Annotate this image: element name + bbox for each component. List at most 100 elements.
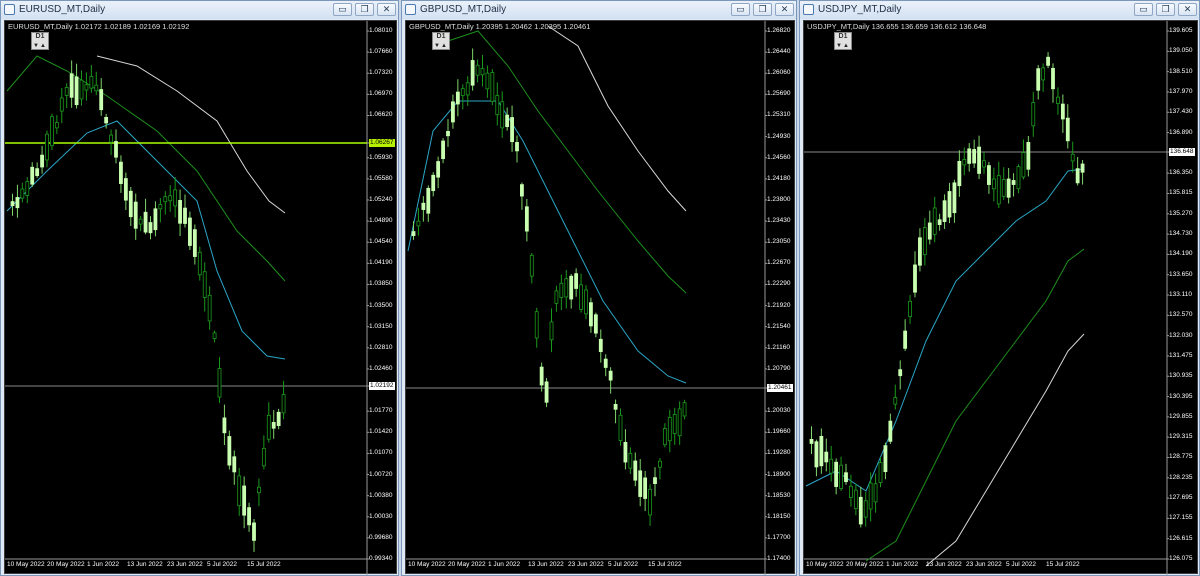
candle-body — [977, 146, 981, 174]
price-label: 135.270 — [1169, 209, 1193, 217]
candle-body — [648, 488, 652, 516]
date-axis: 10 May 2022 20 May 2022 1 Jun 2022 13 Jun 2… — [5, 21, 281, 568]
candle-body — [952, 182, 957, 214]
candle-body — [64, 87, 69, 96]
candle-body — [878, 462, 883, 483]
candle-body — [863, 500, 868, 518]
candle-body — [25, 181, 30, 196]
date-label: 1 Jun 2022 — [488, 561, 521, 568]
candle-body — [173, 189, 178, 207]
candle-body — [128, 190, 133, 218]
candle-body — [972, 149, 977, 164]
timeframe-arrows-icon[interactable]: ▼▲ — [32, 43, 48, 49]
candle-body — [898, 369, 903, 377]
candle-body — [89, 75, 94, 89]
candle-body — [455, 91, 460, 105]
candlestick-plot[interactable] — [406, 21, 796, 575]
date-axis: 10 May 2022 20 May 2022 1 Jun 2022 13 Jun 2… — [406, 21, 682, 568]
price-chart[interactable]: USDJPY_MT,Daily 136.655 136.659 136.612 … — [803, 20, 1199, 575]
price-chart[interactable]: EURUSD_MT,Daily 1.02172 1.02189 1.02169 … — [4, 20, 398, 575]
candle-body — [1046, 56, 1050, 66]
price-label: 134.730 — [1169, 230, 1193, 238]
candle-body — [109, 134, 113, 143]
candle-body — [119, 161, 123, 184]
chart-window-usdjpy[interactable]: USDJPY_MT,Daily ▭ ❐ ✕ USDJPY_MT,Daily 13… — [799, 0, 1200, 576]
minimize-button[interactable]: ▭ — [1134, 3, 1153, 16]
price-label: 139.605 — [1169, 27, 1193, 34]
candle-body — [982, 160, 986, 168]
candle-body — [1075, 168, 1080, 184]
candlestick-plot[interactable] — [804, 21, 1199, 575]
price-label: 1.20030 — [767, 407, 791, 415]
price-chart[interactable]: GBPUSD_MT,Daily 1.20395 1.20462 1.20395 … — [405, 20, 796, 575]
close-button[interactable]: ✕ — [775, 3, 794, 16]
price-label: 1.03500 — [369, 301, 393, 309]
chart-window-gbpusd[interactable]: GBPUSD_MT,Daily ▭ ❐ ✕ GBPUSD_MT,Daily 1.… — [401, 0, 797, 576]
price-label: 1.05240 — [369, 195, 393, 203]
price-label: 1.02810 — [369, 343, 393, 351]
chart-window-icon — [405, 4, 416, 15]
date-label: 23 Jun 2022 — [966, 561, 1002, 568]
candle-body — [74, 76, 79, 106]
close-button[interactable]: ✕ — [1178, 3, 1197, 16]
timeframe-switcher[interactable]: D1 ▼▲ — [31, 32, 49, 50]
price-label: 1.00030 — [369, 512, 393, 520]
maximize-button[interactable]: ❐ — [753, 3, 772, 16]
price-label: 1.05580 — [369, 174, 393, 182]
window-titlebar[interactable]: USDJPY_MT,Daily ▭ ❐ ✕ — [800, 1, 1199, 19]
candle-body — [564, 278, 569, 298]
price-label: 1.23050 — [767, 238, 791, 246]
candle-body — [618, 414, 623, 441]
timeframe-switcher[interactable]: D1 ▼▲ — [834, 32, 852, 50]
close-button[interactable]: ✕ — [377, 3, 396, 16]
price-label: 1.21540 — [767, 322, 791, 330]
candle-body — [480, 68, 485, 76]
candlestick-plot[interactable] — [5, 21, 398, 575]
price-label: 1.02192 — [369, 382, 395, 390]
price-label: 0.99340 — [369, 555, 393, 562]
candle-body — [212, 332, 217, 339]
candle-body — [35, 168, 40, 176]
candle-body — [1031, 102, 1036, 127]
chart-window-eurusd[interactable]: EURUSD_MT,Daily ▭ ❐ ✕ EURUSD_MT,Daily 1.… — [0, 0, 399, 576]
candle-body — [584, 289, 588, 315]
candle-body — [809, 438, 814, 444]
maximize-button[interactable]: ❐ — [1156, 3, 1175, 16]
candle-body — [947, 191, 952, 218]
price-label: 1.26440 — [767, 48, 791, 56]
date-label: 1 Jun 2022 — [886, 561, 919, 568]
price-label: 138.510 — [1169, 67, 1193, 75]
candle-body — [1001, 179, 1006, 197]
candle-body — [814, 441, 819, 468]
window-titlebar[interactable]: GBPUSD_MT,Daily ▭ ❐ ✕ — [402, 1, 796, 19]
candle-body — [490, 72, 495, 102]
candle-body — [1041, 67, 1046, 81]
candle-body — [667, 417, 672, 442]
price-label: 133.110 — [1169, 291, 1193, 298]
date-label: 23 Jun 2022 — [167, 561, 203, 568]
candle-body — [252, 522, 256, 541]
date-axis: 10 May 2022 20 May 2022 1 Jun 2022 13 Jun 2… — [804, 21, 1080, 568]
maximize-button[interactable]: ❐ — [355, 3, 374, 16]
price-label: 136.648 — [1169, 148, 1195, 156]
candle-body — [158, 204, 163, 210]
minimize-button[interactable]: ▭ — [333, 3, 352, 16]
candle-body — [1070, 153, 1075, 162]
price-label: 1.03850 — [369, 280, 393, 288]
timeframe-arrows-icon[interactable]: ▼▲ — [835, 43, 851, 49]
price-label: 1.24930 — [767, 132, 791, 140]
candle-body — [242, 485, 247, 516]
candle-body — [883, 445, 888, 473]
candle-body — [40, 154, 44, 168]
timeframe-switcher[interactable]: D1 ▼▲ — [432, 32, 450, 50]
candle-body — [539, 366, 544, 386]
window-titlebar[interactable]: EURUSD_MT,Daily ▭ ❐ ✕ — [1, 1, 398, 19]
candle-body — [623, 441, 628, 463]
price-label: 1.19280 — [767, 449, 791, 457]
candle-body — [918, 237, 922, 266]
date-label: 15 Jul 2022 — [247, 561, 281, 568]
candle-body — [962, 159, 967, 166]
minimize-button[interactable]: ▭ — [731, 3, 750, 16]
candle-body — [1021, 152, 1026, 178]
timeframe-arrows-icon[interactable]: ▼▲ — [433, 43, 449, 49]
